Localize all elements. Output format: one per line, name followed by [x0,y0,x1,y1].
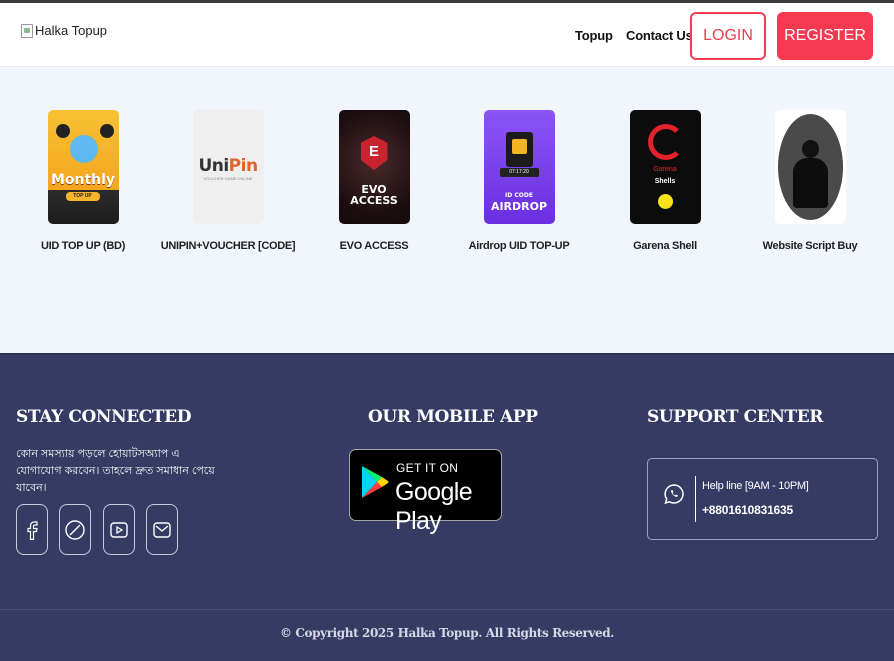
stay-connected-title: STAY CONNECTED [16,407,192,427]
site-header: Halka Topup Topup Contact Us LOGIN REGIS… [0,3,894,67]
product-label: UNIPIN+VOUCHER [CODE] [160,240,296,252]
google-play-badge[interactable]: GET IT ON Google Play [349,449,502,535]
whatsapp-icon [664,484,684,505]
badge-big-text: Google Play [395,478,473,535]
thumb-badge-text: Monthly [50,172,116,188]
evo-access-thumb: EVOACCESS [338,110,410,224]
nav-topup[interactable]: Topup [575,28,613,43]
airdrop-bar-text: 07:17:20 [499,168,539,177]
evo-shield-icon [360,136,388,170]
facebook-icon[interactable] [16,504,48,555]
site-logo[interactable]: Halka Topup [21,23,107,38]
helpline-label: Help line [9AM - 10PM] [702,480,809,492]
airdrop-thumb-text: ID CODE AIRDROP [490,192,548,213]
messenger-icon[interactable] [59,504,91,555]
product-label: Website Script Buy [762,240,858,252]
register-button[interactable]: REGISTER [777,12,873,60]
support-divider [695,476,696,522]
garena-brand-text: Garena [653,166,677,173]
product-label: Garena Shell [633,240,697,252]
nav-contact-us[interactable]: Contact Us [626,28,693,43]
thumb-pill-text: TOP UP [65,192,100,201]
footer-divider [0,609,894,610]
product-card-unipin-voucher[interactable]: UniPin VOUCHER GAME ONLINE UNIPIN+VOUCHE… [155,110,301,252]
evo-thumb-text: EVO ACCESS [350,183,398,207]
mail-icon[interactable] [146,504,178,555]
garena-shell-thumb: Garena Shells [629,110,701,224]
product-card-website-script[interactable]: Website Script Buy [737,110,883,252]
unipin-logo: UniPin [198,156,258,176]
copyright-text: © Copyright 2025 Halka Topup. All Rights… [280,626,614,640]
logo-alt-text: Halka Topup [35,23,108,38]
product-label: UID TOP UP (BD) [40,240,126,252]
helpline-phone[interactable]: +8801610831635 [702,503,793,517]
badge-small-text: GET IT ON [396,461,459,475]
product-label: Airdrop UID TOP-UP [468,240,570,252]
support-center-title: SUPPORT CENTER [647,407,824,427]
mobile-app-title: OUR MOBILE APP [368,407,538,427]
product-label: EVO ACCESS [339,240,409,252]
website-script-thumb [774,110,846,224]
product-card-uid-top-up[interactable]: Monthly TOP UP UID TOP UP (BD) [10,110,156,252]
freefire-monthly-thumb: Monthly TOP UP [47,110,119,224]
site-footer: STAY CONNECTED কোন সমস্যায় পড়লে হোয়াট… [0,353,894,661]
product-card-garena-shell[interactable]: Garena Shells Garena Shell [592,110,738,252]
shell-coin-icon [657,194,673,209]
broken-image-icon [21,23,33,38]
unipin-sub-text: VOUCHER GAME ONLINE [203,176,253,181]
youtube-icon[interactable] [103,504,135,555]
product-card-evo-access[interactable]: EVOACCESS EVO ACCESS [301,110,447,252]
google-play-icon [362,466,389,498]
airdrop-thumb: 07:17:20 ID CODE AIRDROP [483,110,555,224]
product-grid: Monthly TOP UP UID TOP UP (BD) UniPin VO… [0,68,894,353]
product-card-airdrop[interactable]: 07:17:20 ID CODE AIRDROP Airdrop UID TOP-… [446,110,592,252]
unipin-thumb: UniPin VOUCHER GAME ONLINE [192,110,264,224]
garena-shells-text: Shells [654,178,676,185]
login-button[interactable]: LOGIN [690,12,766,60]
support-box[interactable]: Help line [9AM - 10PM] +8801610831635 [647,458,878,540]
stay-connected-text: কোন সমস্যায় পড়লে হোয়াটসঅ্যাপ এ যোগাযো… [16,448,215,494]
airdrop-box-icon [505,132,533,167]
garena-logo-icon [647,124,684,160]
